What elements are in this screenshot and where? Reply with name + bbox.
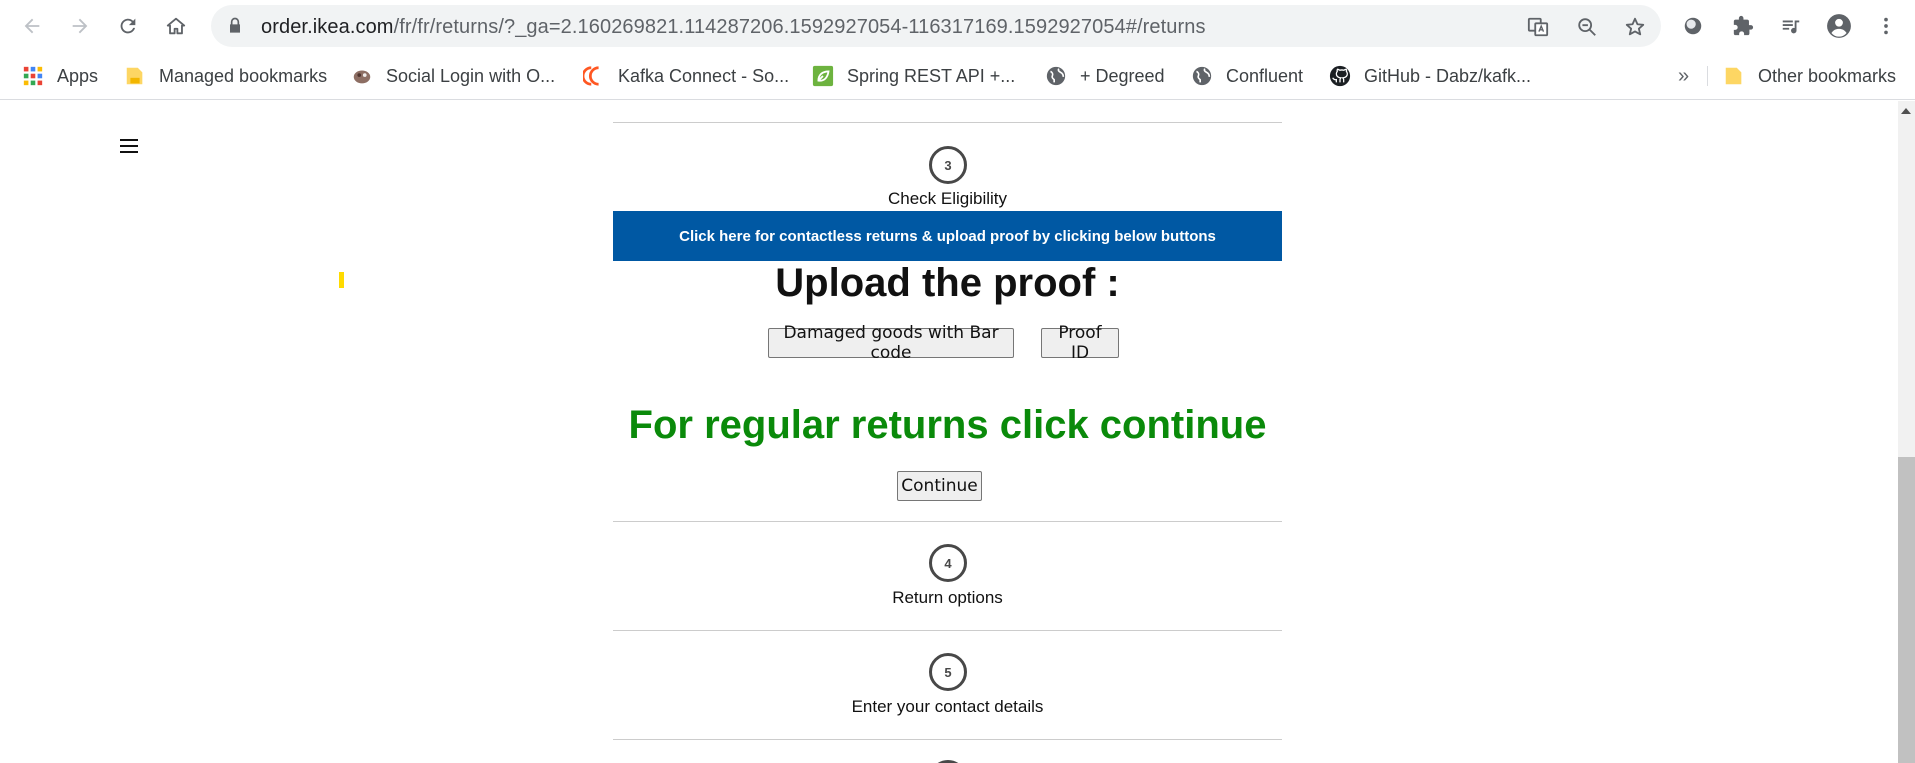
folder-icon bbox=[126, 67, 143, 85]
bookmark-spring-rest[interactable]: Spring REST API +... bbox=[812, 62, 1015, 90]
translate-icon[interactable] bbox=[1527, 16, 1549, 38]
url-host: order.ikea.com bbox=[261, 16, 394, 38]
page-content: 3 Check Eligibility Click here for conta… bbox=[0, 101, 1898, 763]
forward-button[interactable] bbox=[64, 10, 96, 42]
bookmark-label: + Degreed bbox=[1080, 65, 1165, 86]
media-queue-icon[interactable] bbox=[1778, 13, 1804, 39]
apps-grid-icon bbox=[23, 66, 43, 86]
leaf-icon bbox=[812, 65, 834, 87]
divider bbox=[613, 630, 1282, 631]
divider bbox=[613, 739, 1282, 740]
back-button[interactable] bbox=[16, 10, 48, 42]
yellow-marker bbox=[339, 272, 344, 288]
url-path: /fr/fr/returns/?_ga=2.160269821.11428720… bbox=[393, 16, 1206, 38]
step-4-circle: 4 bbox=[929, 544, 967, 582]
proof-id-button[interactable]: Proof ID bbox=[1041, 323, 1119, 363]
divider bbox=[613, 521, 1282, 522]
zoom-out-icon[interactable] bbox=[1576, 16, 1598, 38]
puzzle-icon[interactable] bbox=[1730, 13, 1756, 39]
url-text[interactable]: order.ikea.com/fr/fr/returns/?_ga=2.1602… bbox=[261, 16, 1206, 39]
step-5-label: Enter your contact details bbox=[851, 697, 1044, 716]
step-3-circle: 3 bbox=[929, 146, 967, 184]
scroll-up-arrow-icon[interactable] bbox=[1901, 108, 1911, 114]
bookmark-confluent[interactable]: Confluent bbox=[1191, 62, 1303, 90]
address-bar[interactable]: order.ikea.com/fr/fr/returns/?_ga=2.1602… bbox=[211, 5, 1661, 47]
step-3-label: Check Eligibility bbox=[887, 189, 1008, 208]
folder-icon bbox=[1725, 67, 1742, 85]
bookmark-label: Confluent bbox=[1226, 65, 1304, 86]
reload-button[interactable] bbox=[112, 10, 144, 42]
scrollbar-thumb[interactable] bbox=[1898, 457, 1915, 763]
home-icon bbox=[166, 17, 186, 35]
bookmark-label: Social Login with O... bbox=[386, 65, 556, 86]
contactless-returns-banner[interactable]: Click here for contactless returns & upl… bbox=[613, 211, 1282, 261]
globe-icon bbox=[1192, 66, 1212, 86]
bookmark-label: Managed bookmarks bbox=[159, 65, 328, 86]
damaged-goods-button[interactable]: Damaged goods with Bar code bbox=[768, 323, 1014, 363]
overflow-label: » bbox=[1678, 64, 1690, 87]
bookmark-kafka-connect[interactable]: Kafka Connect - So... bbox=[583, 62, 789, 90]
bookmark-label: Spring REST API +... bbox=[847, 65, 1016, 86]
bookmark-github[interactable]: GitHub - Dabz/kafk... bbox=[1329, 62, 1531, 90]
back-arrow-icon bbox=[24, 18, 40, 34]
bookmarks-bar: Apps Managed bookmarks Social Login with… bbox=[0, 52, 1915, 100]
divider bbox=[613, 122, 1282, 123]
reload-icon bbox=[120, 18, 136, 34]
banner-text: Click here for contactless returns & upl… bbox=[679, 227, 1216, 245]
forward-arrow-icon bbox=[72, 18, 88, 34]
step-5-circle: 5 bbox=[929, 653, 967, 691]
bookmark-label: GitHub - Dabz/kafk... bbox=[1364, 65, 1532, 86]
upload-proof-heading: Upload the proof : bbox=[775, 261, 1120, 305]
home-button[interactable] bbox=[160, 10, 192, 42]
bookmark-label: Other bookmarks bbox=[1758, 65, 1897, 86]
favicon-icon bbox=[353, 70, 371, 84]
lock-icon bbox=[230, 17, 240, 33]
star-icon[interactable] bbox=[1624, 16, 1646, 38]
step-4-label: Return options bbox=[892, 588, 1003, 607]
bookmark-label: Apps bbox=[57, 65, 99, 86]
extension-circle-icon[interactable] bbox=[1680, 13, 1706, 39]
bookmarks-divider bbox=[1707, 66, 1708, 86]
bookmark-label: Kafka Connect - So... bbox=[618, 65, 790, 86]
regular-returns-heading: For regular returns click continue bbox=[628, 403, 1267, 447]
globe-icon bbox=[1046, 66, 1066, 86]
bookmark-managed[interactable]: Managed bookmarks bbox=[124, 62, 327, 90]
bookmarks-overflow-button[interactable]: » bbox=[1678, 62, 1689, 90]
bookmark-social-login[interactable]: Social Login with O... bbox=[351, 62, 555, 90]
browser-toolbar: order.ikea.com/fr/fr/returns/?_ga=2.1602… bbox=[0, 0, 1915, 52]
confluent-icon bbox=[583, 66, 599, 86]
profile-avatar-icon[interactable] bbox=[1826, 13, 1852, 39]
kebab-menu-icon[interactable] bbox=[1873, 13, 1899, 39]
bookmark-degreed[interactable]: + Degreed bbox=[1045, 62, 1165, 90]
hamburger-menu-icon[interactable] bbox=[120, 139, 138, 153]
bookmark-apps[interactable]: Apps bbox=[22, 62, 98, 90]
bookmark-other[interactable]: Other bookmarks bbox=[1723, 62, 1896, 90]
github-icon bbox=[1329, 65, 1351, 87]
continue-button[interactable]: Continue bbox=[897, 471, 982, 501]
